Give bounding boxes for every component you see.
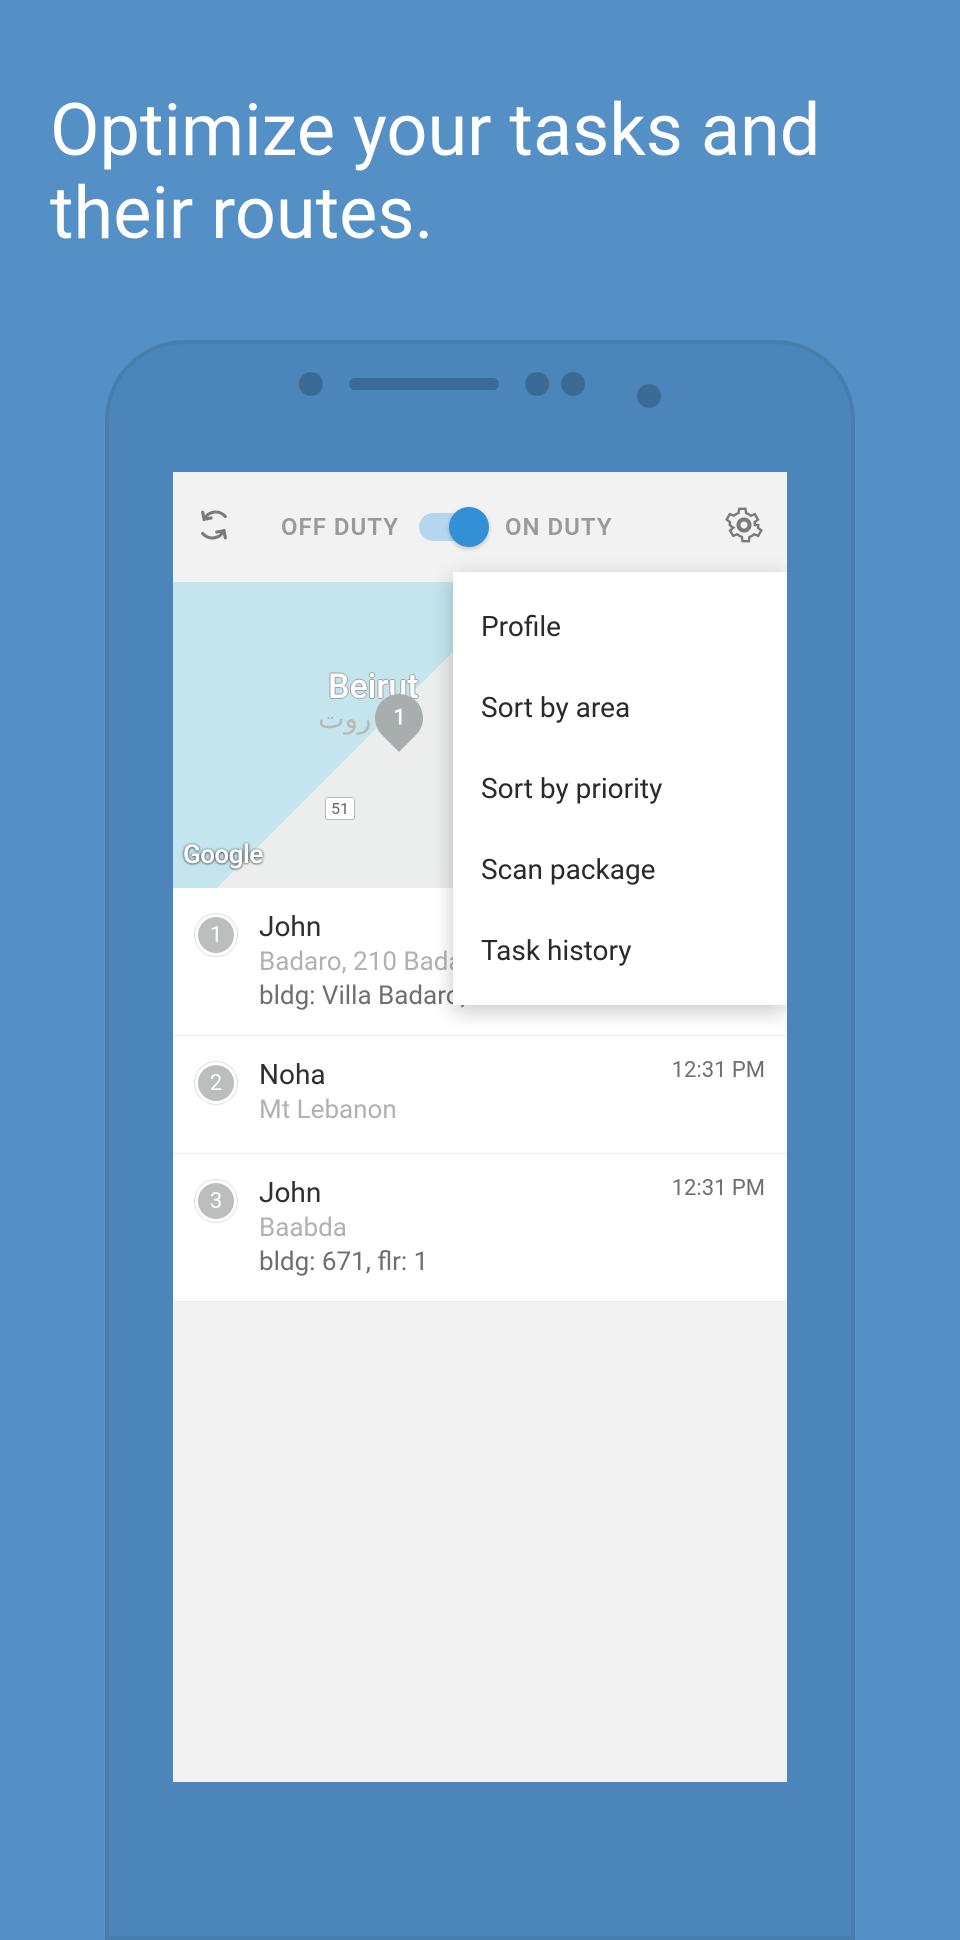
phone-frame: OFF DUTY ON DUTY Beirut روت 1 51 Google bbox=[105, 340, 855, 1940]
menu-item-sort-priority[interactable]: Sort by priority bbox=[453, 748, 787, 829]
task-number-badge: 1 bbox=[195, 914, 237, 956]
menu-item-sort-area[interactable]: Sort by area bbox=[453, 667, 787, 748]
map-pin-number: 1 bbox=[393, 706, 406, 731]
list-empty-area bbox=[173, 1302, 787, 1702]
task-name: Noha bbox=[259, 1058, 650, 1091]
road-badge: 51 bbox=[325, 797, 355, 820]
app-bar: OFF DUTY ON DUTY bbox=[173, 472, 787, 582]
map-pin[interactable]: 1 bbox=[375, 694, 423, 742]
task-number-badge: 2 bbox=[195, 1062, 237, 1104]
menu-item-profile[interactable]: Profile bbox=[453, 586, 787, 667]
task-name: John bbox=[259, 1176, 650, 1209]
task-item[interactable]: 3 John Baabda bldg: 671, flr: 1 12:31 PM bbox=[173, 1154, 787, 1302]
on-duty-label: ON DUTY bbox=[505, 513, 613, 541]
off-duty-label: OFF DUTY bbox=[281, 513, 399, 541]
task-number-badge: 3 bbox=[195, 1180, 237, 1222]
phone-sensors bbox=[299, 372, 661, 396]
task-time: 12:31 PM bbox=[672, 1176, 765, 1201]
task-time: 12:31 PM bbox=[672, 1058, 765, 1083]
task-item[interactable]: 2 Noha Mt Lebanon 12:31 PM bbox=[173, 1036, 787, 1154]
task-detail: bldg: 671, flr: 1 bbox=[259, 1247, 650, 1277]
refresh-icon[interactable] bbox=[197, 508, 231, 546]
menu-item-task-history[interactable]: Task history bbox=[453, 910, 787, 991]
task-location: Baabda bbox=[259, 1213, 650, 1243]
app-screen: OFF DUTY ON DUTY Beirut روت 1 51 Google bbox=[173, 472, 787, 1782]
google-logo: Google bbox=[183, 840, 263, 870]
overflow-menu: Profile Sort by area Sort by priority Sc… bbox=[453, 572, 787, 1005]
map-city-arabic: روت bbox=[318, 702, 371, 735]
promo-title: Optimize your tasks and their routes. bbox=[0, 0, 960, 296]
duty-toggle[interactable] bbox=[419, 513, 485, 541]
menu-item-scan-package[interactable]: Scan package bbox=[453, 829, 787, 910]
gear-icon[interactable] bbox=[725, 506, 763, 548]
task-location: Mt Lebanon bbox=[259, 1095, 650, 1125]
